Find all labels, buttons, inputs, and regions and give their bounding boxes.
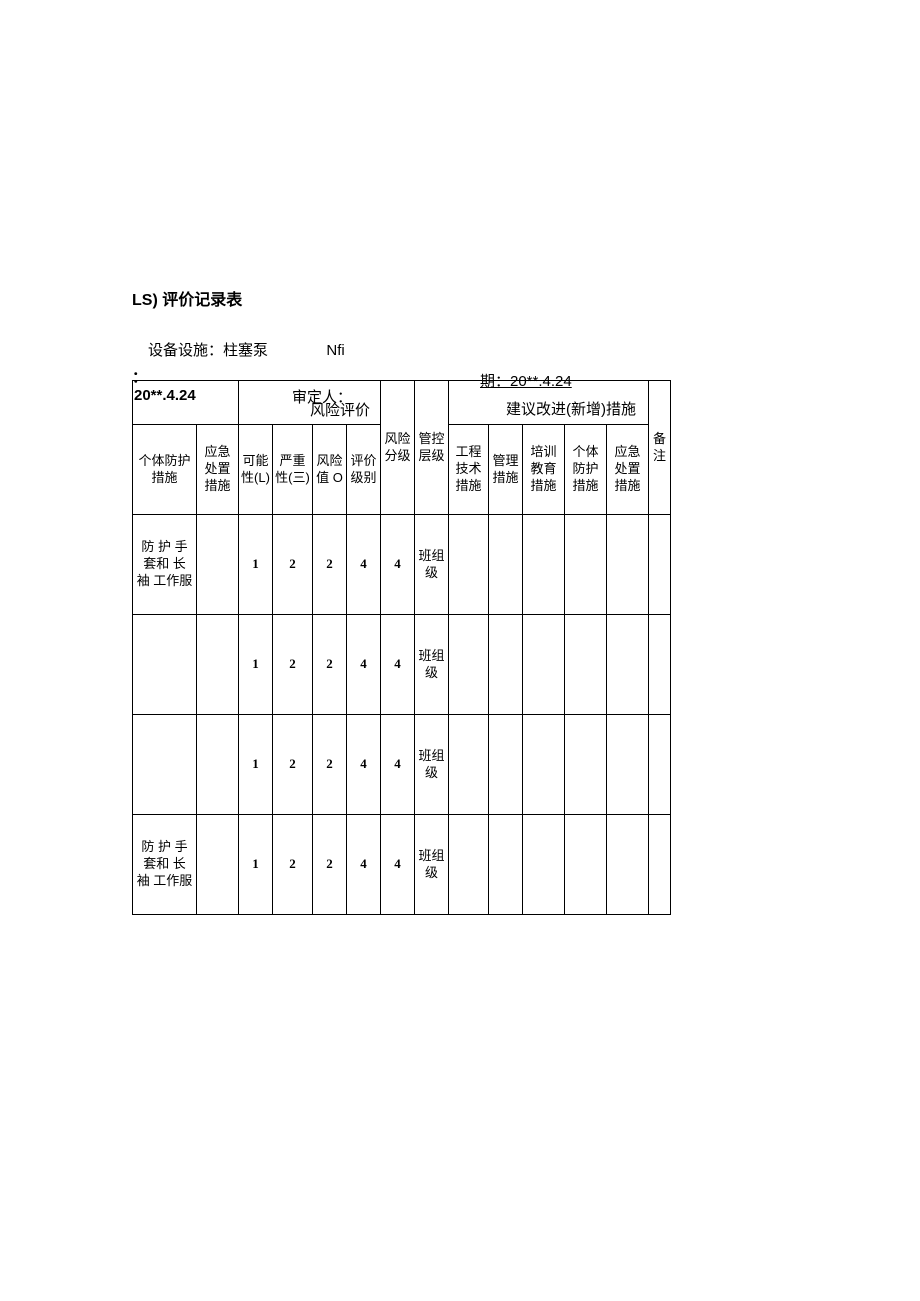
table-row: 防 护 手 套和 长 袖 工作服 1 2 2 4 4 班组级	[133, 815, 671, 915]
table-row: 1 2 2 4 4 班组级	[133, 715, 671, 815]
cell-c10	[489, 515, 523, 615]
cell-S: 2	[273, 715, 313, 815]
cell-ctrl: 班组级	[415, 815, 449, 915]
header-row-1: 风险分级 管控层级 备注	[133, 381, 671, 425]
table-row: 1 2 2 4 4 班组级	[133, 615, 671, 715]
th-emerg2: 应急处置措施	[607, 425, 649, 515]
cell-grade: 4	[347, 815, 381, 915]
cell-c9	[449, 615, 489, 715]
equipment-label: 设备设施：柱塞泵	[148, 342, 268, 359]
cell-emerg	[197, 615, 239, 715]
meta-equipment: 设备设施：柱塞泵 Nfi	[148, 339, 345, 360]
cell-L: 1	[239, 815, 273, 915]
cell-c12	[565, 715, 607, 815]
cell-note	[649, 515, 671, 615]
cell-emerg	[197, 815, 239, 915]
table-row: 防 护 手 套和 长 袖 工作服 1 2 2 4 4 班组级	[133, 515, 671, 615]
cell-ppe	[133, 715, 197, 815]
cell-c13	[607, 715, 649, 815]
cell-c11	[523, 715, 565, 815]
cell-risk: 4	[381, 515, 415, 615]
th-L: 可能性(L)	[239, 425, 273, 515]
cell-c12	[565, 615, 607, 715]
cell-c11	[523, 615, 565, 715]
suggest-group	[449, 381, 649, 425]
cell-c10	[489, 715, 523, 815]
evaluation-table: 风险分级 管控层级 备注 个体防护措施 应急处置措施 可能性(L) 严重性(三)…	[132, 380, 671, 915]
nfi-label: Nfi	[326, 342, 344, 359]
page: LS) 评价记录表 设备设施：柱塞泵 Nfi 期：20**.4.24 ： 20*…	[0, 0, 920, 1301]
cell-grade: 4	[347, 515, 381, 615]
cell-ppe: 防 护 手 套和 长 袖 工作服	[133, 515, 197, 615]
cell-S: 2	[273, 815, 313, 915]
th-risk-grade: 风险分级	[381, 381, 415, 515]
cell-O: 2	[313, 815, 347, 915]
cell-emerg	[197, 515, 239, 615]
cell-c11	[523, 815, 565, 915]
cell-ppe	[133, 615, 197, 715]
th-ctrl-level: 管控层级	[415, 381, 449, 515]
cell-note	[649, 815, 671, 915]
th-ppe: 个体防护措施	[133, 425, 197, 515]
cell-c9	[449, 515, 489, 615]
cell-L: 1	[239, 615, 273, 715]
th-S: 严重性(三)	[273, 425, 313, 515]
cell-grade: 4	[347, 715, 381, 815]
th-train: 培训教育措施	[523, 425, 565, 515]
cell-L: 1	[239, 515, 273, 615]
cell-O: 2	[313, 615, 347, 715]
cell-ppe: 防 护 手 套和 长 袖 工作服	[133, 815, 197, 915]
th-grade: 评价级别	[347, 425, 381, 515]
th-note: 备注	[649, 381, 671, 515]
risk-eval-group	[239, 381, 381, 425]
cell-c13	[607, 515, 649, 615]
cell-L: 1	[239, 715, 273, 815]
cell-grade: 4	[347, 615, 381, 715]
doc-title: LS) 评价记录表	[132, 286, 242, 310]
th-O: 风险值 O	[313, 425, 347, 515]
cell-ctrl: 班组级	[415, 615, 449, 715]
cell-note	[649, 715, 671, 815]
cell-note	[649, 615, 671, 715]
cell-risk: 4	[381, 715, 415, 815]
cell-O: 2	[313, 515, 347, 615]
cell-c13	[607, 615, 649, 715]
cell-c13	[607, 815, 649, 915]
th-eng: 工程技术措施	[449, 425, 489, 515]
cell-c12	[565, 815, 607, 915]
cell-risk: 4	[381, 615, 415, 715]
cell-emerg	[197, 715, 239, 815]
cell-O: 2	[313, 715, 347, 815]
th-ppe2: 个体防护措施	[565, 425, 607, 515]
cell-risk: 4	[381, 815, 415, 915]
cell-ctrl: 班组级	[415, 515, 449, 615]
cell-c10	[489, 615, 523, 715]
cell-c10	[489, 815, 523, 915]
th-emerg: 应急处置措施	[197, 425, 239, 515]
th-mgmt: 管理措施	[489, 425, 523, 515]
cell-S: 2	[273, 515, 313, 615]
cell-c9	[449, 715, 489, 815]
cell-c9	[449, 815, 489, 915]
cell-S: 2	[273, 615, 313, 715]
cell-c12	[565, 515, 607, 615]
cell-ctrl: 班组级	[415, 715, 449, 815]
blank-head-left	[133, 381, 239, 425]
cell-c11	[523, 515, 565, 615]
